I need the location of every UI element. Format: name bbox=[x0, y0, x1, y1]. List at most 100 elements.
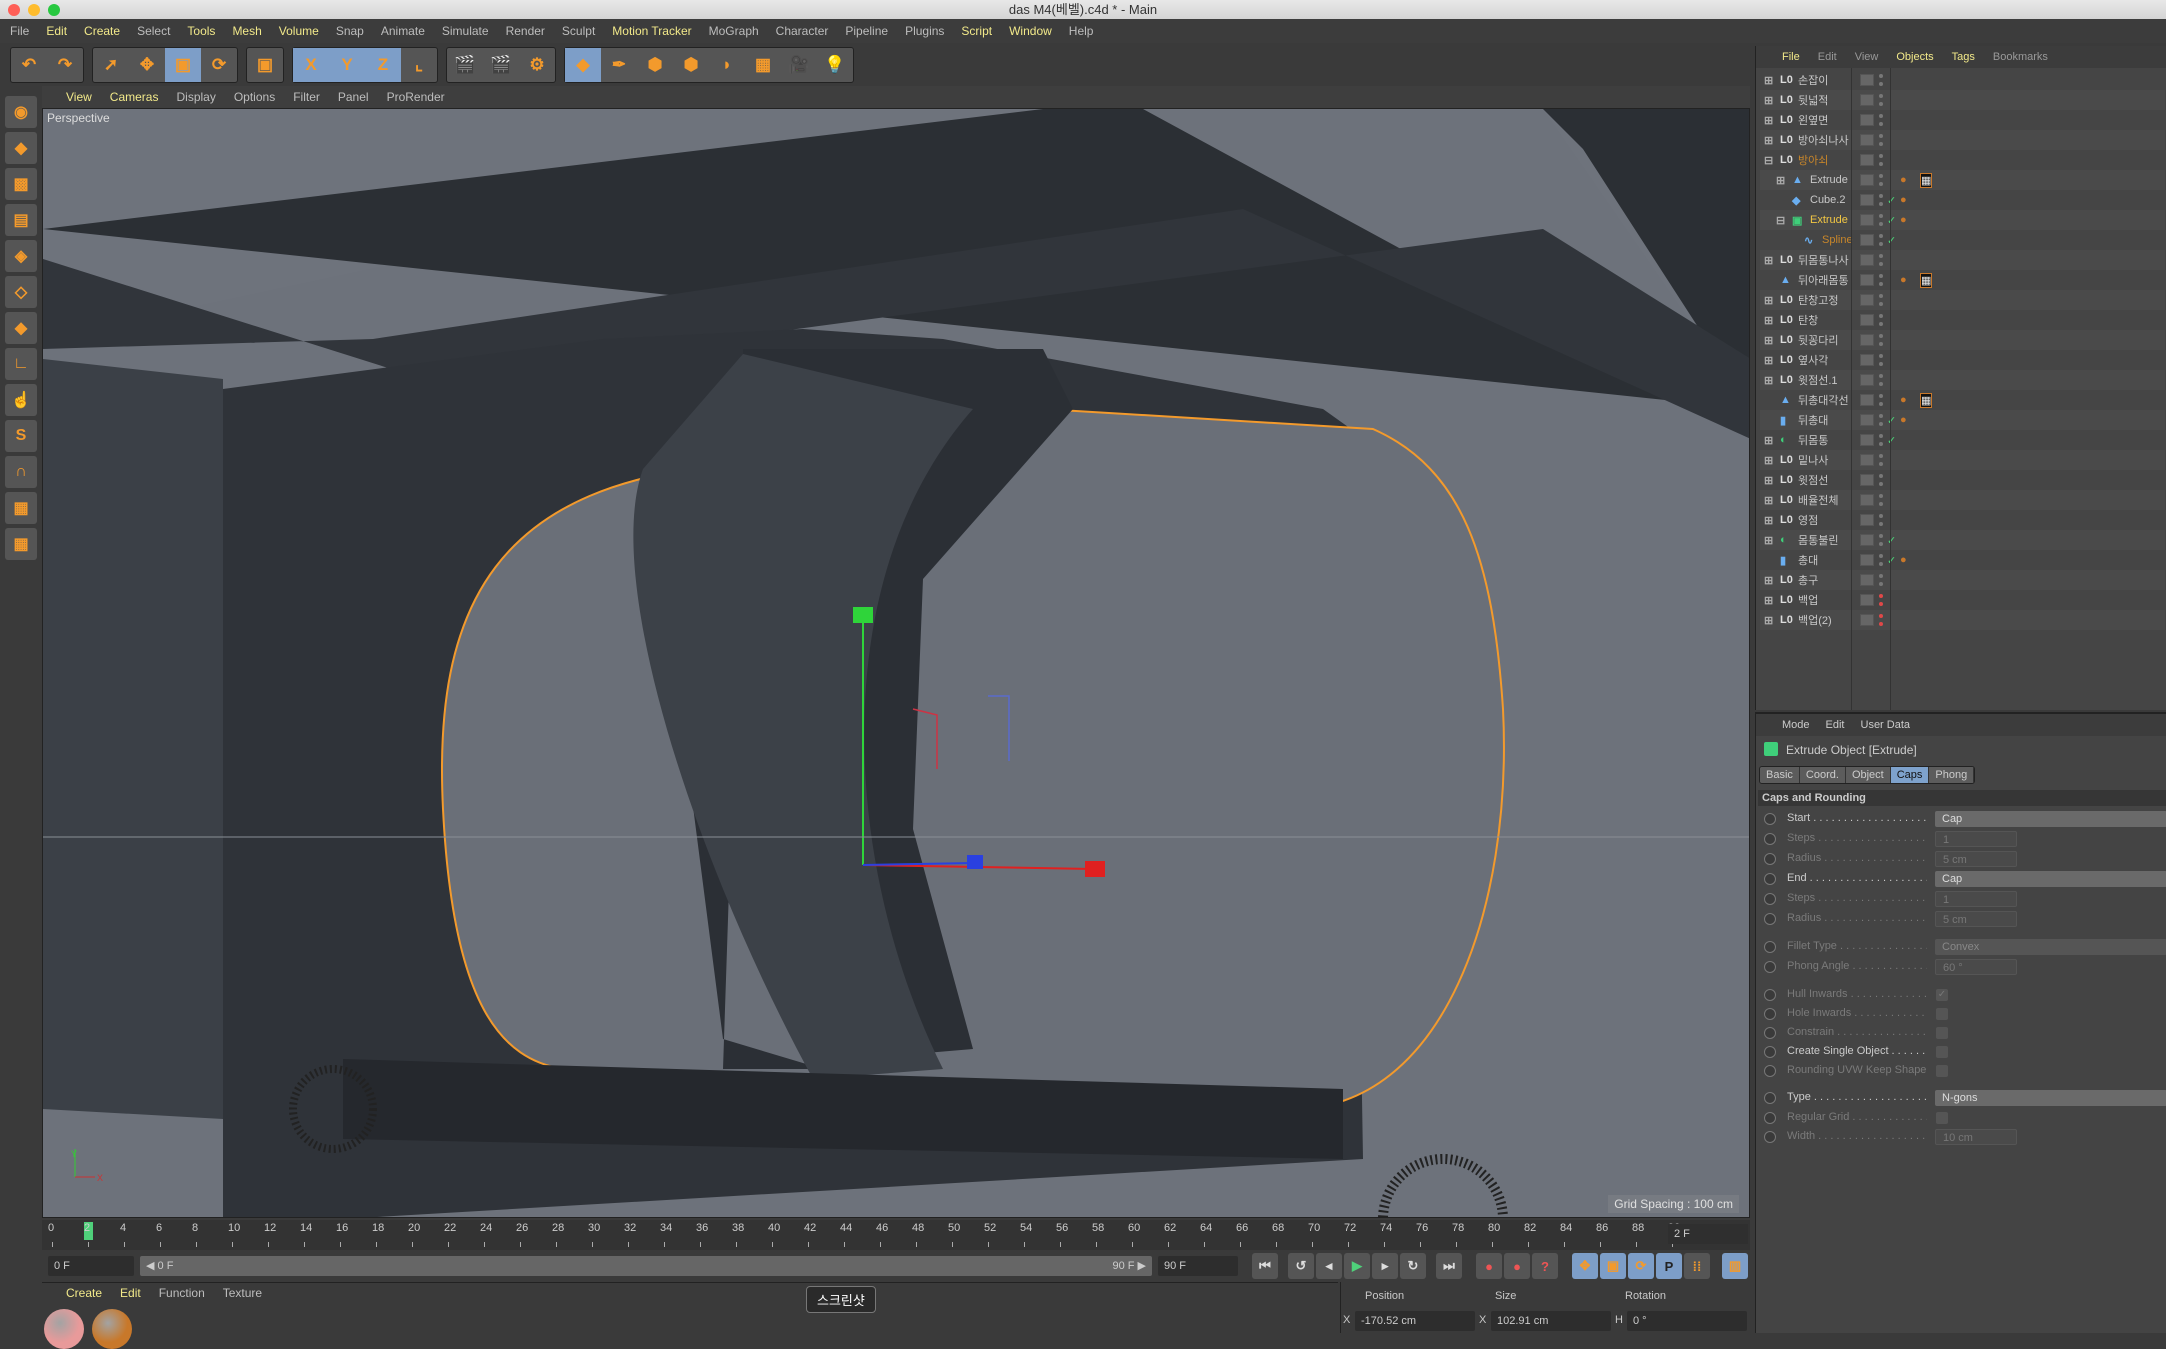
object-row[interactable]: ▲ 뒤총대각선 ● ▦ bbox=[1760, 390, 2165, 410]
expand-icon[interactable]: ⊞ bbox=[1764, 494, 1773, 507]
previous-frame-button[interactable]: ◂ bbox=[1316, 1253, 1342, 1279]
texture-tag-icon[interactable]: ▦ bbox=[1920, 392, 1933, 408]
gizmo-x-handle[interactable] bbox=[1085, 861, 1105, 877]
expand-icon[interactable]: ⊞ bbox=[1764, 574, 1773, 587]
visibility-toggle[interactable] bbox=[1879, 194, 1883, 206]
material-tag-icon[interactable]: ● bbox=[1900, 194, 1907, 206]
magnet-button[interactable]: ∩ bbox=[5, 456, 37, 488]
animate-radio[interactable] bbox=[1764, 1027, 1776, 1039]
enabled-check-icon[interactable]: ✓ bbox=[1887, 194, 1896, 207]
viewport-menu-filter[interactable]: Filter bbox=[293, 90, 320, 104]
object-row[interactable]: ⊞ L0 뒷꽁다리 bbox=[1760, 330, 2165, 350]
param-spinner[interactable]: 1 bbox=[1935, 831, 2017, 847]
menu-animate[interactable]: Animate bbox=[381, 24, 425, 38]
param-checkbox[interactable] bbox=[1936, 1112, 1948, 1124]
menu-character[interactable]: Character bbox=[776, 24, 829, 38]
visibility-toggle[interactable] bbox=[1879, 294, 1883, 306]
object-row[interactable]: ⊟ L0 방아쇠 bbox=[1760, 150, 2165, 170]
expand-icon[interactable]: ⊞ bbox=[1764, 334, 1773, 347]
param-dropdown[interactable]: Convex bbox=[1935, 939, 2166, 955]
expand-icon[interactable]: ⊞ bbox=[1764, 294, 1773, 307]
snap-button[interactable]: S bbox=[5, 420, 37, 452]
start-frame-field[interactable]: 0 F bbox=[48, 1256, 134, 1276]
visibility-toggle[interactable] bbox=[1879, 394, 1883, 406]
layer-icon[interactable] bbox=[1860, 494, 1874, 506]
layer-icon[interactable] bbox=[1860, 554, 1874, 566]
layer-icon[interactable] bbox=[1860, 154, 1874, 166]
auto-keying-button[interactable]: ● bbox=[1504, 1253, 1530, 1279]
layer-icon[interactable] bbox=[1860, 574, 1874, 586]
menu-plugins[interactable]: Plugins bbox=[905, 24, 944, 38]
menu-file[interactable]: File bbox=[10, 24, 29, 38]
points-mode-button[interactable]: ◈ bbox=[5, 240, 37, 272]
material-tag-icon[interactable]: ● bbox=[1900, 214, 1907, 226]
tab-coord[interactable]: Coord. bbox=[1799, 767, 1846, 783]
object-row[interactable]: ⊞ L0 왼옆면 bbox=[1760, 110, 2165, 130]
animate-radio[interactable] bbox=[1764, 893, 1776, 905]
key-rotation-button[interactable]: ⟳ bbox=[1628, 1253, 1654, 1279]
rotation-h-field[interactable]: 0 ° bbox=[1627, 1311, 1747, 1331]
texture-tag-icon[interactable]: ▦ bbox=[1920, 172, 1933, 188]
make-editable-button[interactable]: ◉ bbox=[5, 96, 37, 128]
tab-phong[interactable]: Phong bbox=[1929, 767, 1975, 783]
layer-icon[interactable] bbox=[1860, 174, 1874, 186]
layer-icon[interactable] bbox=[1860, 454, 1874, 466]
attribute-menu-edit[interactable]: Edit bbox=[1826, 719, 1845, 731]
visibility-toggle[interactable] bbox=[1879, 534, 1883, 546]
layer-icon[interactable] bbox=[1860, 254, 1874, 266]
redo-button[interactable]: ↷ bbox=[47, 48, 83, 82]
attribute-menu-mode[interactable]: Mode bbox=[1782, 719, 1810, 731]
visibility-toggle[interactable] bbox=[1879, 614, 1883, 626]
collapse-icon[interactable]: ⊟ bbox=[1764, 154, 1773, 167]
animate-radio[interactable] bbox=[1764, 1065, 1776, 1077]
object-row[interactable]: ⊞ L0 윗점선.1 bbox=[1760, 370, 2165, 390]
visibility-toggle[interactable] bbox=[1879, 254, 1883, 266]
animate-radio[interactable] bbox=[1764, 1092, 1776, 1104]
expand-icon[interactable]: ⊞ bbox=[1764, 474, 1773, 487]
viewport-menu-panel[interactable]: Panel bbox=[338, 90, 369, 104]
texture-mode-button[interactable]: ▩ bbox=[5, 168, 37, 200]
layer-icon[interactable] bbox=[1860, 394, 1874, 406]
layer-icon[interactable] bbox=[1860, 94, 1874, 106]
play-button[interactable]: ▶ bbox=[1344, 1253, 1370, 1279]
viewport-menu-display[interactable]: Display bbox=[176, 90, 215, 104]
menu-motion-tracker[interactable]: Motion Tracker bbox=[612, 24, 691, 38]
material-tag-icon[interactable]: ● bbox=[1900, 414, 1907, 426]
go-to-end-button[interactable]: ⏭ bbox=[1436, 1253, 1462, 1279]
enabled-check-icon[interactable]: ✓ bbox=[1887, 214, 1896, 227]
undo-button[interactable]: ↶ bbox=[11, 48, 47, 82]
object-menu-tags[interactable]: Tags bbox=[1952, 51, 1975, 63]
menu-window[interactable]: Window bbox=[1009, 24, 1052, 38]
layer-icon[interactable] bbox=[1860, 274, 1874, 286]
cloner-button[interactable]: ⬢ bbox=[673, 48, 709, 82]
layer-icon[interactable] bbox=[1860, 614, 1874, 626]
menu-snap[interactable]: Snap bbox=[336, 24, 364, 38]
tweak-mode-button[interactable]: ☝ bbox=[5, 384, 37, 416]
expand-icon[interactable]: ⊞ bbox=[1764, 354, 1773, 367]
object-row[interactable]: ∿ Spline ✓ bbox=[1760, 230, 2165, 250]
param-dropdown[interactable]: Cap bbox=[1935, 871, 2166, 887]
param-checkbox[interactable] bbox=[1936, 1027, 1948, 1039]
enabled-check-icon[interactable]: ✓ bbox=[1887, 434, 1896, 447]
object-row[interactable]: ▮ 뒤총대 ✓ ● bbox=[1760, 410, 2165, 430]
menu-tools[interactable]: Tools bbox=[187, 24, 215, 38]
next-key-button[interactable]: ↻ bbox=[1400, 1253, 1426, 1279]
layer-icon[interactable] bbox=[1860, 74, 1874, 86]
animate-radio[interactable] bbox=[1764, 1008, 1776, 1020]
next-frame-button[interactable]: ▸ bbox=[1372, 1253, 1398, 1279]
position-x-field[interactable]: -170.52 cm bbox=[1355, 1311, 1475, 1331]
param-checkbox[interactable] bbox=[1936, 1046, 1948, 1058]
tab-object[interactable]: Object bbox=[1845, 767, 1891, 783]
record-keys-button[interactable]: ● bbox=[1476, 1253, 1502, 1279]
param-checkbox[interactable]: ✓ bbox=[1936, 989, 1948, 1001]
texture-tag-icon[interactable]: ▦ bbox=[1920, 272, 1933, 288]
animate-radio[interactable] bbox=[1764, 1131, 1776, 1143]
expand-icon[interactable]: ⊞ bbox=[1764, 514, 1773, 527]
z-axis-lock-button[interactable]: Z bbox=[365, 48, 401, 82]
layer-icon[interactable] bbox=[1860, 354, 1874, 366]
menu-help[interactable]: Help bbox=[1069, 24, 1094, 38]
object-row[interactable]: ⊞ L0 뒤몸통나사 bbox=[1760, 250, 2165, 270]
object-menu-edit[interactable]: Edit bbox=[1818, 51, 1837, 63]
scale-button[interactable]: ▣ bbox=[165, 48, 201, 82]
param-spinner[interactable]: 5 cm bbox=[1935, 851, 2017, 867]
